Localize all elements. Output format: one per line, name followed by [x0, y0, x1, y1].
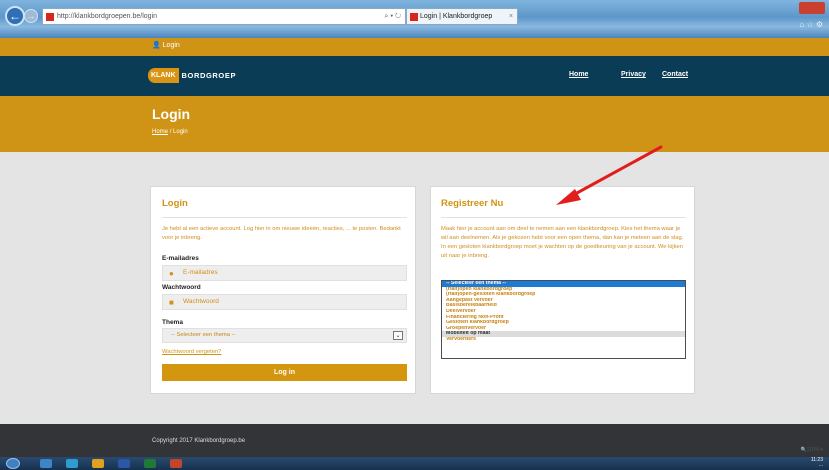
theme-label: Thema — [162, 319, 183, 326]
nav-contact[interactable]: Contact — [662, 71, 688, 78]
zoom-level[interactable]: 🔍110% ▾ — [800, 447, 823, 453]
address-bar[interactable]: http://klankbordgroepen.be/login ⌕ ▾ ↻ — [42, 8, 406, 25]
login-button[interactable]: Log in — [162, 364, 407, 381]
top-bar: 👤 Login — [0, 38, 829, 56]
register-intro: Maak hier je account aan om deel te neme… — [441, 226, 684, 259]
copyright-text: Copyright 2017 Klankbordgroep.be — [152, 438, 246, 444]
back-button[interactable]: ← — [5, 6, 25, 26]
site-logo[interactable]: KLANK BORDGROEP — [148, 67, 236, 84]
home-star-gear-icons[interactable]: ⌂ ☆ ⚙ — [799, 20, 823, 29]
address-url: http://klankbordgroepen.be/login — [57, 13, 158, 20]
theme-selected-value: -- Selecteer een thema -- — [171, 332, 236, 338]
taskbar-app-icon[interactable] — [66, 459, 78, 468]
taskbar: 11:23 ... — [0, 457, 829, 470]
theme-listbox[interactable]: -- Selecteer een thema -- (Half)open klan… — [441, 280, 686, 359]
address-controls[interactable]: ⌕ ▾ ↻ — [384, 9, 401, 24]
email-label: E-mailadres — [162, 255, 199, 262]
tab-close-icon[interactable]: × — [509, 9, 513, 24]
breadcrumb-separator: / — [169, 129, 172, 135]
register-divider — [441, 217, 686, 218]
theme-select[interactable]: -- Selecteer een thema -- ⌄ — [162, 328, 407, 343]
password-placeholder: Wachtwoord — [183, 298, 219, 305]
theme-option[interactable]: Vervoerders — [442, 337, 685, 343]
lock-icon: ■ — [169, 298, 174, 307]
clock-date: ... — [818, 462, 823, 468]
site-header: KLANK BORDGROEP Home Privacy Contact — [0, 56, 829, 96]
password-label: Wachtwoord — [162, 284, 201, 291]
email-placeholder: E-mailadres — [183, 269, 218, 276]
tab-title: Login | Klankbordgroep — [420, 13, 493, 20]
breadcrumb-current: Login — [173, 129, 188, 135]
email-field[interactable]: ● E-mailadres — [162, 265, 407, 281]
chevron-down-icon[interactable]: ⌄ — [393, 331, 403, 340]
breadcrumb: Home / Login — [152, 129, 188, 135]
window-close-button[interactable] — [799, 2, 825, 14]
logo-klank: KLANK — [148, 68, 179, 83]
site-favicon-icon — [46, 13, 54, 21]
taskbar-powerpoint-icon[interactable] — [170, 459, 182, 468]
nav-home[interactable]: Home — [569, 71, 588, 78]
forgot-password-link[interactable]: Wachtwoord vergeten? — [162, 349, 221, 355]
register-panel: Registreer Nu Maak hier je account aan o… — [430, 186, 695, 394]
register-heading: Registreer Nu — [441, 198, 504, 209]
top-login-link[interactable]: 👤 Login — [152, 41, 180, 49]
title-band: Login Home / Login — [0, 96, 829, 152]
login-divider — [162, 217, 407, 218]
taskbar-word-icon[interactable] — [118, 459, 130, 468]
breadcrumb-home[interactable]: Home — [152, 129, 168, 135]
page-title: Login — [152, 106, 191, 122]
start-button[interactable] — [6, 458, 20, 469]
login-heading: Login — [162, 198, 188, 209]
site-footer: Copyright 2017 Klankbordgroep.be — [0, 424, 829, 457]
taskbar-folder-icon[interactable] — [92, 459, 104, 468]
login-panel: Login Je hebt al een actieve account. Lo… — [150, 186, 416, 394]
forward-button[interactable]: → — [24, 9, 38, 23]
nav-privacy[interactable]: Privacy — [621, 71, 646, 78]
taskbar-excel-icon[interactable] — [144, 459, 156, 468]
user-icon: ● — [169, 269, 174, 278]
tab-favicon-icon — [410, 13, 418, 21]
taskbar-clock[interactable]: 11:23 ... — [811, 458, 823, 468]
browser-tab[interactable]: Login | Klankbordgroep × — [406, 8, 518, 25]
browser-chrome: ← → http://klankbordgroepen.be/login ⌕ ▾… — [0, 0, 829, 38]
taskbar-ie-icon[interactable] — [40, 459, 52, 468]
login-intro: Je hebt al een actieve account. Log hier… — [162, 226, 401, 241]
password-field[interactable]: ■ Wachtwoord — [162, 294, 407, 310]
logo-bordgroep: BORDGROEP — [181, 71, 237, 80]
